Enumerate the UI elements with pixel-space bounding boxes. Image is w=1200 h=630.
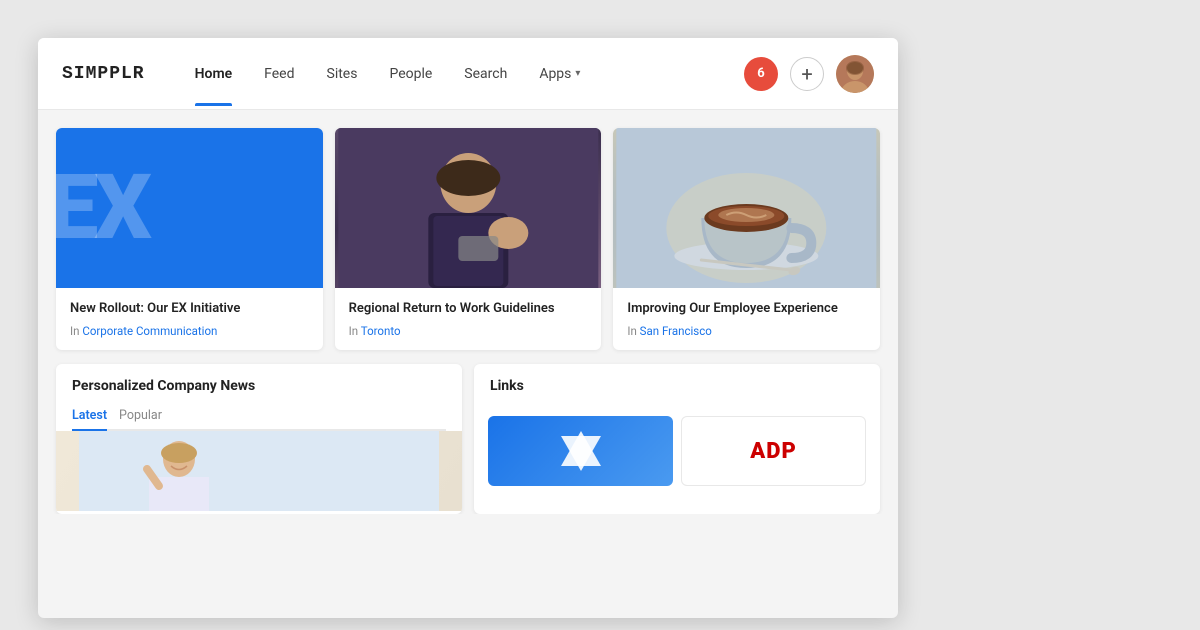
main-window: SIMPPLR Home Feed Sites People Search Ap…: [38, 38, 898, 618]
nav-item-feed[interactable]: Feed: [250, 58, 308, 90]
link-tile-blue[interactable]: [488, 416, 673, 486]
add-button[interactable]: +: [790, 57, 824, 91]
coffee-category-link[interactable]: San Francisco: [640, 324, 712, 338]
return-meta-prefix: In: [349, 324, 358, 338]
nav-item-people[interactable]: People: [375, 58, 446, 90]
chevron-down-icon: ▾: [575, 68, 580, 79]
ex-card-meta: In Corporate Communication: [70, 324, 309, 338]
content-area: EX New Rollout: Our EX Initiative In Cor…: [38, 110, 898, 514]
woman-svg: [335, 128, 602, 288]
woman-card-image: [335, 128, 602, 288]
card-employee-experience[interactable]: Improving Our Employee Experience In San…: [613, 128, 880, 350]
ex-category-link[interactable]: Corporate Communication: [82, 324, 217, 338]
news-card-title: Personalized Company News: [72, 378, 446, 394]
return-card-body: Regional Return to Work Guidelines In To…: [335, 288, 602, 350]
nav-item-sites[interactable]: Sites: [313, 58, 372, 90]
return-category-link[interactable]: Toronto: [361, 324, 401, 338]
tab-latest[interactable]: Latest: [72, 404, 119, 429]
news-tabs: Latest Popular: [72, 404, 446, 431]
links-card-header: Links: [474, 364, 880, 394]
news-strip-svg: [56, 431, 462, 511]
coffee-svg: [613, 128, 880, 288]
return-card-title: Regional Return to Work Guidelines: [349, 300, 588, 318]
return-card-meta: In Toronto: [349, 324, 588, 338]
link-tile-adp[interactable]: ADP: [681, 416, 866, 486]
coffee-card-title: Improving Our Employee Experience: [627, 300, 866, 318]
cards-row: EX New Rollout: Our EX Initiative In Cor…: [56, 128, 880, 350]
coffee-card-body: Improving Our Employee Experience In San…: [613, 288, 880, 350]
adp-logo-text: ADP: [750, 439, 797, 464]
avatar-svg: [836, 55, 874, 93]
ex-meta-prefix: In: [70, 324, 79, 338]
card-regional-return[interactable]: Regional Return to Work Guidelines In To…: [335, 128, 602, 350]
avatar-image: [836, 55, 874, 93]
coffee-card-meta: In San Francisco: [627, 324, 866, 338]
links-grid: ADP: [474, 404, 880, 498]
coffee-card-image: [613, 128, 880, 288]
card-ex-initiative[interactable]: EX New Rollout: Our EX Initiative In Cor…: [56, 128, 323, 350]
personalized-news-card: Personalized Company News Latest Popular: [56, 364, 462, 514]
coffee-meta-prefix: In: [627, 324, 636, 338]
nav-item-apps[interactable]: Apps ▾: [525, 58, 594, 90]
tab-popular[interactable]: Popular: [119, 404, 174, 429]
nav-actions: 6 +: [744, 55, 874, 93]
news-image-strip: [56, 431, 462, 511]
links-card-title: Links: [490, 378, 864, 394]
ex-card-title: New Rollout: Our EX Initiative: [70, 300, 309, 318]
notification-badge[interactable]: 6: [744, 57, 778, 91]
logo[interactable]: SIMPPLR: [62, 64, 145, 84]
ex-large-text: EX: [56, 163, 148, 253]
links-card: Links ADP: [474, 364, 880, 514]
ex-card-body: New Rollout: Our EX Initiative In Corpor…: [56, 288, 323, 350]
avatar[interactable]: [836, 55, 874, 93]
navbar: SIMPPLR Home Feed Sites People Search Ap…: [38, 38, 898, 110]
nav-item-search[interactable]: Search: [450, 58, 521, 90]
ex-card-image: EX: [56, 128, 323, 288]
nav-item-home[interactable]: Home: [181, 58, 247, 90]
news-card-header: Personalized Company News Latest Popular: [56, 364, 462, 431]
blue-arrow-svg: [556, 426, 606, 476]
nav-links: Home Feed Sites People Search Apps ▾: [181, 58, 744, 90]
bottom-row: Personalized Company News Latest Popular: [56, 364, 880, 514]
